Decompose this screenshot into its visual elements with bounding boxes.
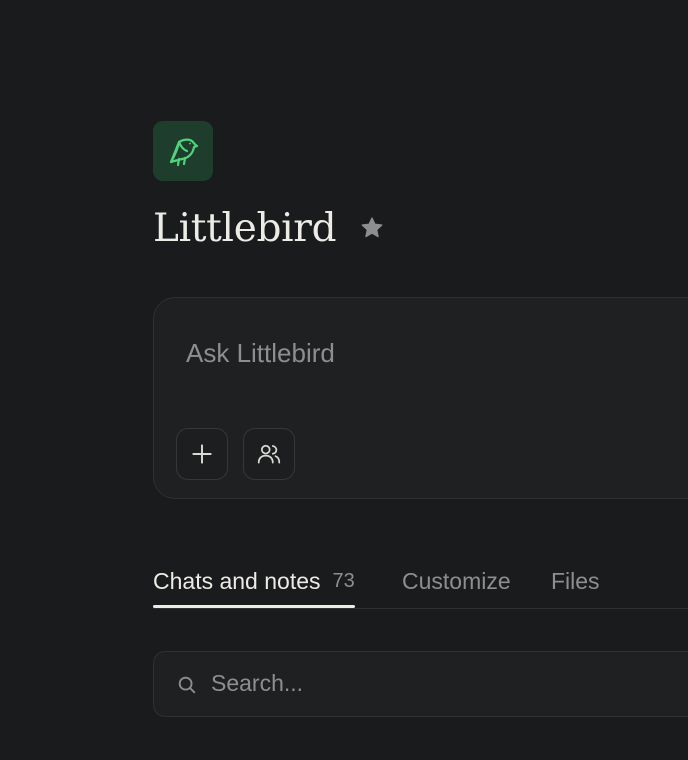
app-logo: [153, 121, 213, 181]
star-icon: [361, 217, 383, 238]
search-input[interactable]: [211, 670, 671, 697]
tab-label: Files: [551, 567, 600, 594]
active-tab-indicator: [153, 605, 355, 608]
tab-chats-and-notes[interactable]: Chats and notes 73: [153, 556, 355, 608]
tab-files[interactable]: Files: [551, 556, 600, 606]
ask-input[interactable]: [186, 338, 666, 369]
littlebird-home: Littlebird Chats and notes 73: [0, 0, 688, 760]
favorite-button[interactable]: [358, 214, 386, 242]
search-icon: [178, 676, 196, 694]
title-row: Littlebird: [153, 200, 386, 256]
tab-count-badge: 73: [332, 569, 355, 592]
tab-customize[interactable]: Customize: [402, 556, 511, 606]
ask-composer: [153, 297, 688, 499]
search-box: [153, 651, 688, 717]
page-title: Littlebird: [153, 205, 337, 251]
add-button[interactable]: [176, 428, 228, 480]
tab-bar: Chats and notes 73 Customize Files: [153, 556, 688, 609]
people-icon: [257, 444, 281, 464]
tab-label: Chats and notes: [153, 567, 321, 594]
share-people-button[interactable]: [243, 428, 295, 480]
plus-icon: [192, 444, 212, 464]
tab-label: Customize: [402, 567, 511, 594]
bird-icon: [169, 138, 199, 167]
